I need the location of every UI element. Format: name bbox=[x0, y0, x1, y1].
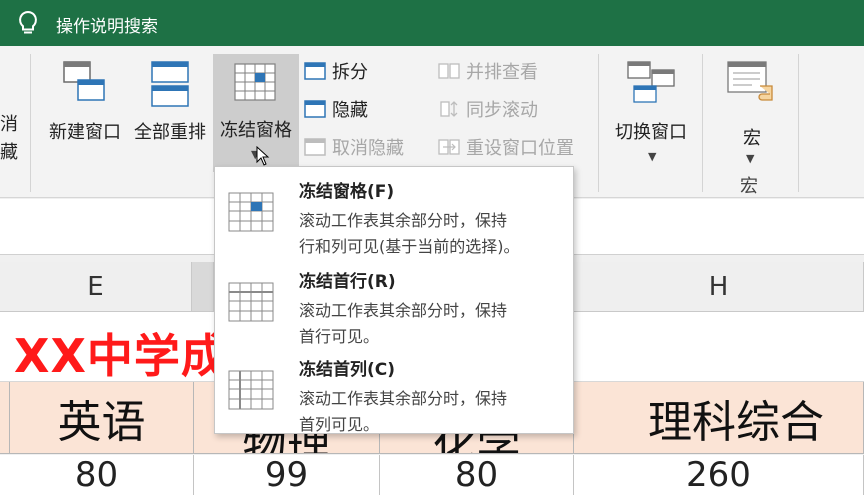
tell-me-bar[interactable]: 操作说明搜索 bbox=[0, 0, 864, 46]
header-cell-english[interactable]: 英语 bbox=[10, 382, 194, 454]
menu-item-freeze-panes[interactable]: 冻结窗格(F) 滚动工作表其余部分时，保持 行和列可见(基于当前的选择)。 bbox=[215, 169, 573, 257]
unhide-label: 取消隐藏 bbox=[332, 138, 404, 159]
new-window-label: 新建窗口 bbox=[49, 122, 121, 143]
menu-item-freeze-top-row[interactable]: 冻结首行(R) 滚动工作表其余部分时，保持 首行可见。 bbox=[215, 259, 573, 347]
column-header-h[interactable]: H bbox=[574, 262, 864, 312]
macros-button[interactable]: 宏 ▼ bbox=[710, 54, 794, 184]
reset-window-position-label: 重设窗口位置 bbox=[466, 138, 574, 159]
menu-item-description: 行和列可见(基于当前的选择)。 bbox=[299, 237, 520, 256]
arrange-all-button[interactable]: 全部重排 bbox=[128, 54, 212, 184]
partial-label-1: 消 bbox=[0, 114, 18, 135]
menu-item-title: 冻结首行(R) bbox=[299, 272, 396, 292]
value-cell-science-total[interactable]: 260 bbox=[574, 455, 864, 495]
macros-icon bbox=[727, 61, 773, 101]
split-icon bbox=[304, 62, 326, 80]
macros-label: 宏 bbox=[743, 128, 761, 149]
value-cell-english[interactable]: 80 bbox=[0, 455, 194, 495]
hide-button[interactable]: 隐藏 bbox=[304, 94, 368, 124]
sync-scroll-label: 同步滚动 bbox=[466, 100, 538, 121]
value-cell-chemistry[interactable]: 80 bbox=[380, 455, 574, 495]
freeze-panes-label: 冻结窗格 bbox=[220, 120, 292, 141]
view-side-by-side-button[interactable]: 并排查看 bbox=[438, 56, 538, 86]
mouse-cursor-icon bbox=[256, 146, 270, 166]
value-cell-physics[interactable]: 99 bbox=[194, 455, 380, 495]
column-header-f[interactable] bbox=[192, 262, 214, 312]
sheet-title[interactable]: XX中学成 bbox=[14, 320, 228, 386]
view-side-by-side-label: 并排查看 bbox=[466, 62, 538, 83]
side-by-side-icon bbox=[438, 63, 460, 79]
column-header-e[interactable]: E bbox=[0, 262, 192, 312]
chevron-down-icon: ▼ bbox=[648, 150, 657, 163]
split-label: 拆分 bbox=[332, 62, 368, 83]
lightbulb-icon bbox=[19, 10, 37, 34]
freeze-first-column-icon bbox=[228, 370, 274, 410]
new-window-icon bbox=[63, 61, 105, 101]
header-cell-d[interactable] bbox=[0, 382, 10, 454]
partial-label-2: 藏 bbox=[0, 142, 18, 163]
chevron-down-icon: ▼ bbox=[746, 152, 755, 165]
hide-icon bbox=[304, 100, 326, 118]
split-button[interactable]: 拆分 bbox=[304, 56, 368, 86]
menu-item-description: 滚动工作表其余部分时，保持 bbox=[299, 211, 508, 230]
switch-windows-label: 切换窗口 bbox=[615, 122, 687, 143]
unhide-icon bbox=[304, 138, 326, 156]
group-separator bbox=[798, 54, 799, 192]
sync-scroll-button[interactable]: 同步滚动 bbox=[438, 94, 538, 124]
menu-item-description: 滚动工作表其余部分时，保持 bbox=[299, 389, 508, 408]
group-separator bbox=[30, 54, 31, 192]
sync-scroll-icon bbox=[440, 101, 458, 117]
menu-item-description: 首行可见。 bbox=[299, 327, 380, 346]
unhide-button[interactable]: 取消隐藏 bbox=[304, 132, 404, 162]
reset-position-icon bbox=[438, 139, 460, 155]
group-separator bbox=[702, 54, 703, 192]
new-window-button[interactable]: 新建窗口 bbox=[44, 54, 126, 184]
header-cell-science-total[interactable]: 理科综合 bbox=[574, 382, 864, 454]
macros-group-label: 宏 bbox=[740, 176, 758, 197]
menu-item-title: 冻结首列(C) bbox=[299, 360, 396, 380]
switch-windows-button[interactable]: 切换窗口 ▼ bbox=[604, 54, 698, 184]
freeze-panes-menu: 冻结窗格(F) 滚动工作表其余部分时，保持 行和列可见(基于当前的选择)。 冻结… bbox=[214, 166, 574, 434]
reset-window-position-button[interactable]: 重设窗口位置 bbox=[438, 132, 574, 162]
tell-me-search-label[interactable]: 操作说明搜索 bbox=[56, 12, 158, 37]
group-separator bbox=[598, 54, 599, 192]
arrange-all-label: 全部重排 bbox=[134, 122, 206, 143]
freeze-top-row-icon bbox=[228, 282, 274, 322]
arrange-all-icon bbox=[151, 61, 189, 107]
freeze-panes-icon bbox=[234, 63, 276, 101]
switch-windows-icon bbox=[627, 61, 675, 103]
hide-label: 隐藏 bbox=[332, 100, 368, 121]
menu-item-description: 滚动工作表其余部分时，保持 bbox=[299, 301, 508, 320]
menu-item-title: 冻结窗格(F) bbox=[299, 182, 395, 202]
menu-item-freeze-first-column[interactable]: 冻结首列(C) 滚动工作表其余部分时，保持 首列可见。 bbox=[215, 347, 573, 435]
freeze-panes-option-icon bbox=[228, 192, 274, 232]
menu-item-description: 首列可见。 bbox=[299, 415, 380, 434]
